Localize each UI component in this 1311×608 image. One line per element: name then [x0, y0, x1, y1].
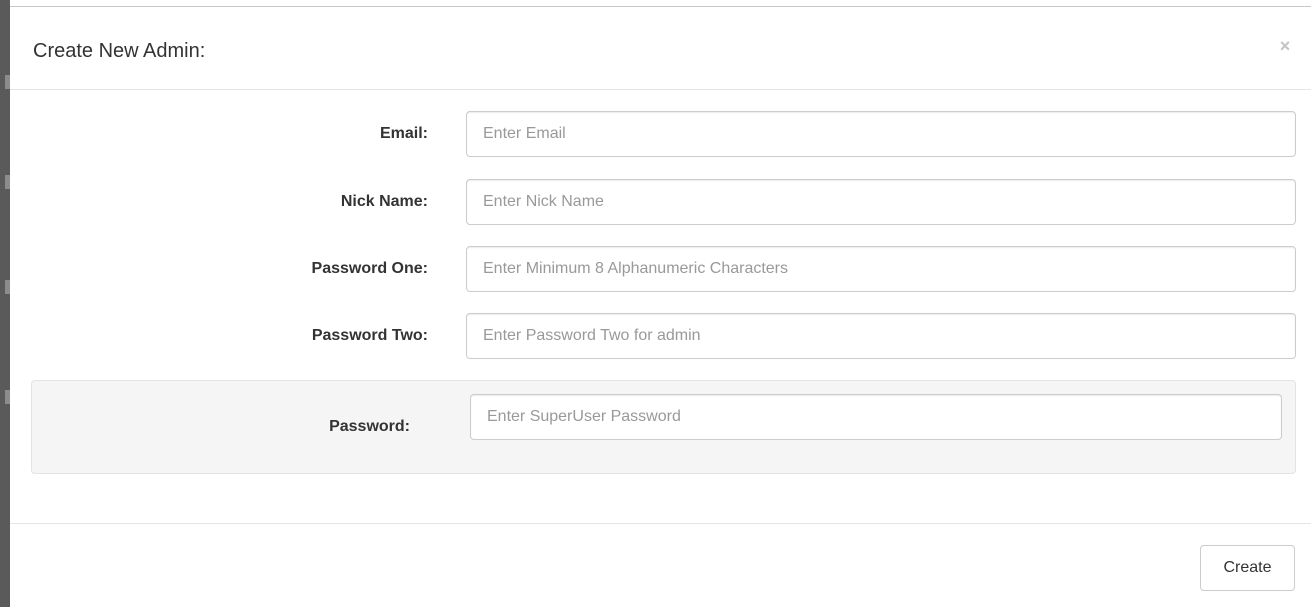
email-row: Email: — [10, 111, 1311, 157]
password-two-label: Password Two: — [311, 327, 428, 344]
password-one-input[interactable] — [466, 246, 1296, 292]
email-input[interactable] — [466, 111, 1296, 157]
superuser-password-label: Password: — [329, 418, 410, 435]
nick-name-row: Nick Name: — [10, 179, 1311, 225]
nick-name-label: Nick Name: — [340, 193, 428, 210]
modal-header: Create New Admin: × — [10, 7, 1311, 90]
nick-name-input[interactable] — [466, 179, 1296, 225]
password-one-label: Password One: — [311, 260, 428, 277]
superuser-password-input[interactable] — [470, 394, 1282, 440]
background-page-edge — [0, 0, 10, 607]
create-admin-modal: Create New Admin: × Email: Nick Name: Pa… — [10, 6, 1311, 607]
password-one-row: Password One: — [10, 246, 1311, 292]
modal-title: Create New Admin: — [33, 40, 206, 62]
superuser-password-panel: Password: — [31, 380, 1296, 474]
email-label: Email: — [379, 125, 428, 142]
password-two-row: Password Two: — [10, 313, 1311, 359]
modal-footer: Create — [10, 523, 1311, 608]
close-icon[interactable]: × — [1273, 34, 1297, 58]
create-button[interactable]: Create — [1200, 545, 1295, 591]
password-two-input[interactable] — [466, 313, 1296, 359]
